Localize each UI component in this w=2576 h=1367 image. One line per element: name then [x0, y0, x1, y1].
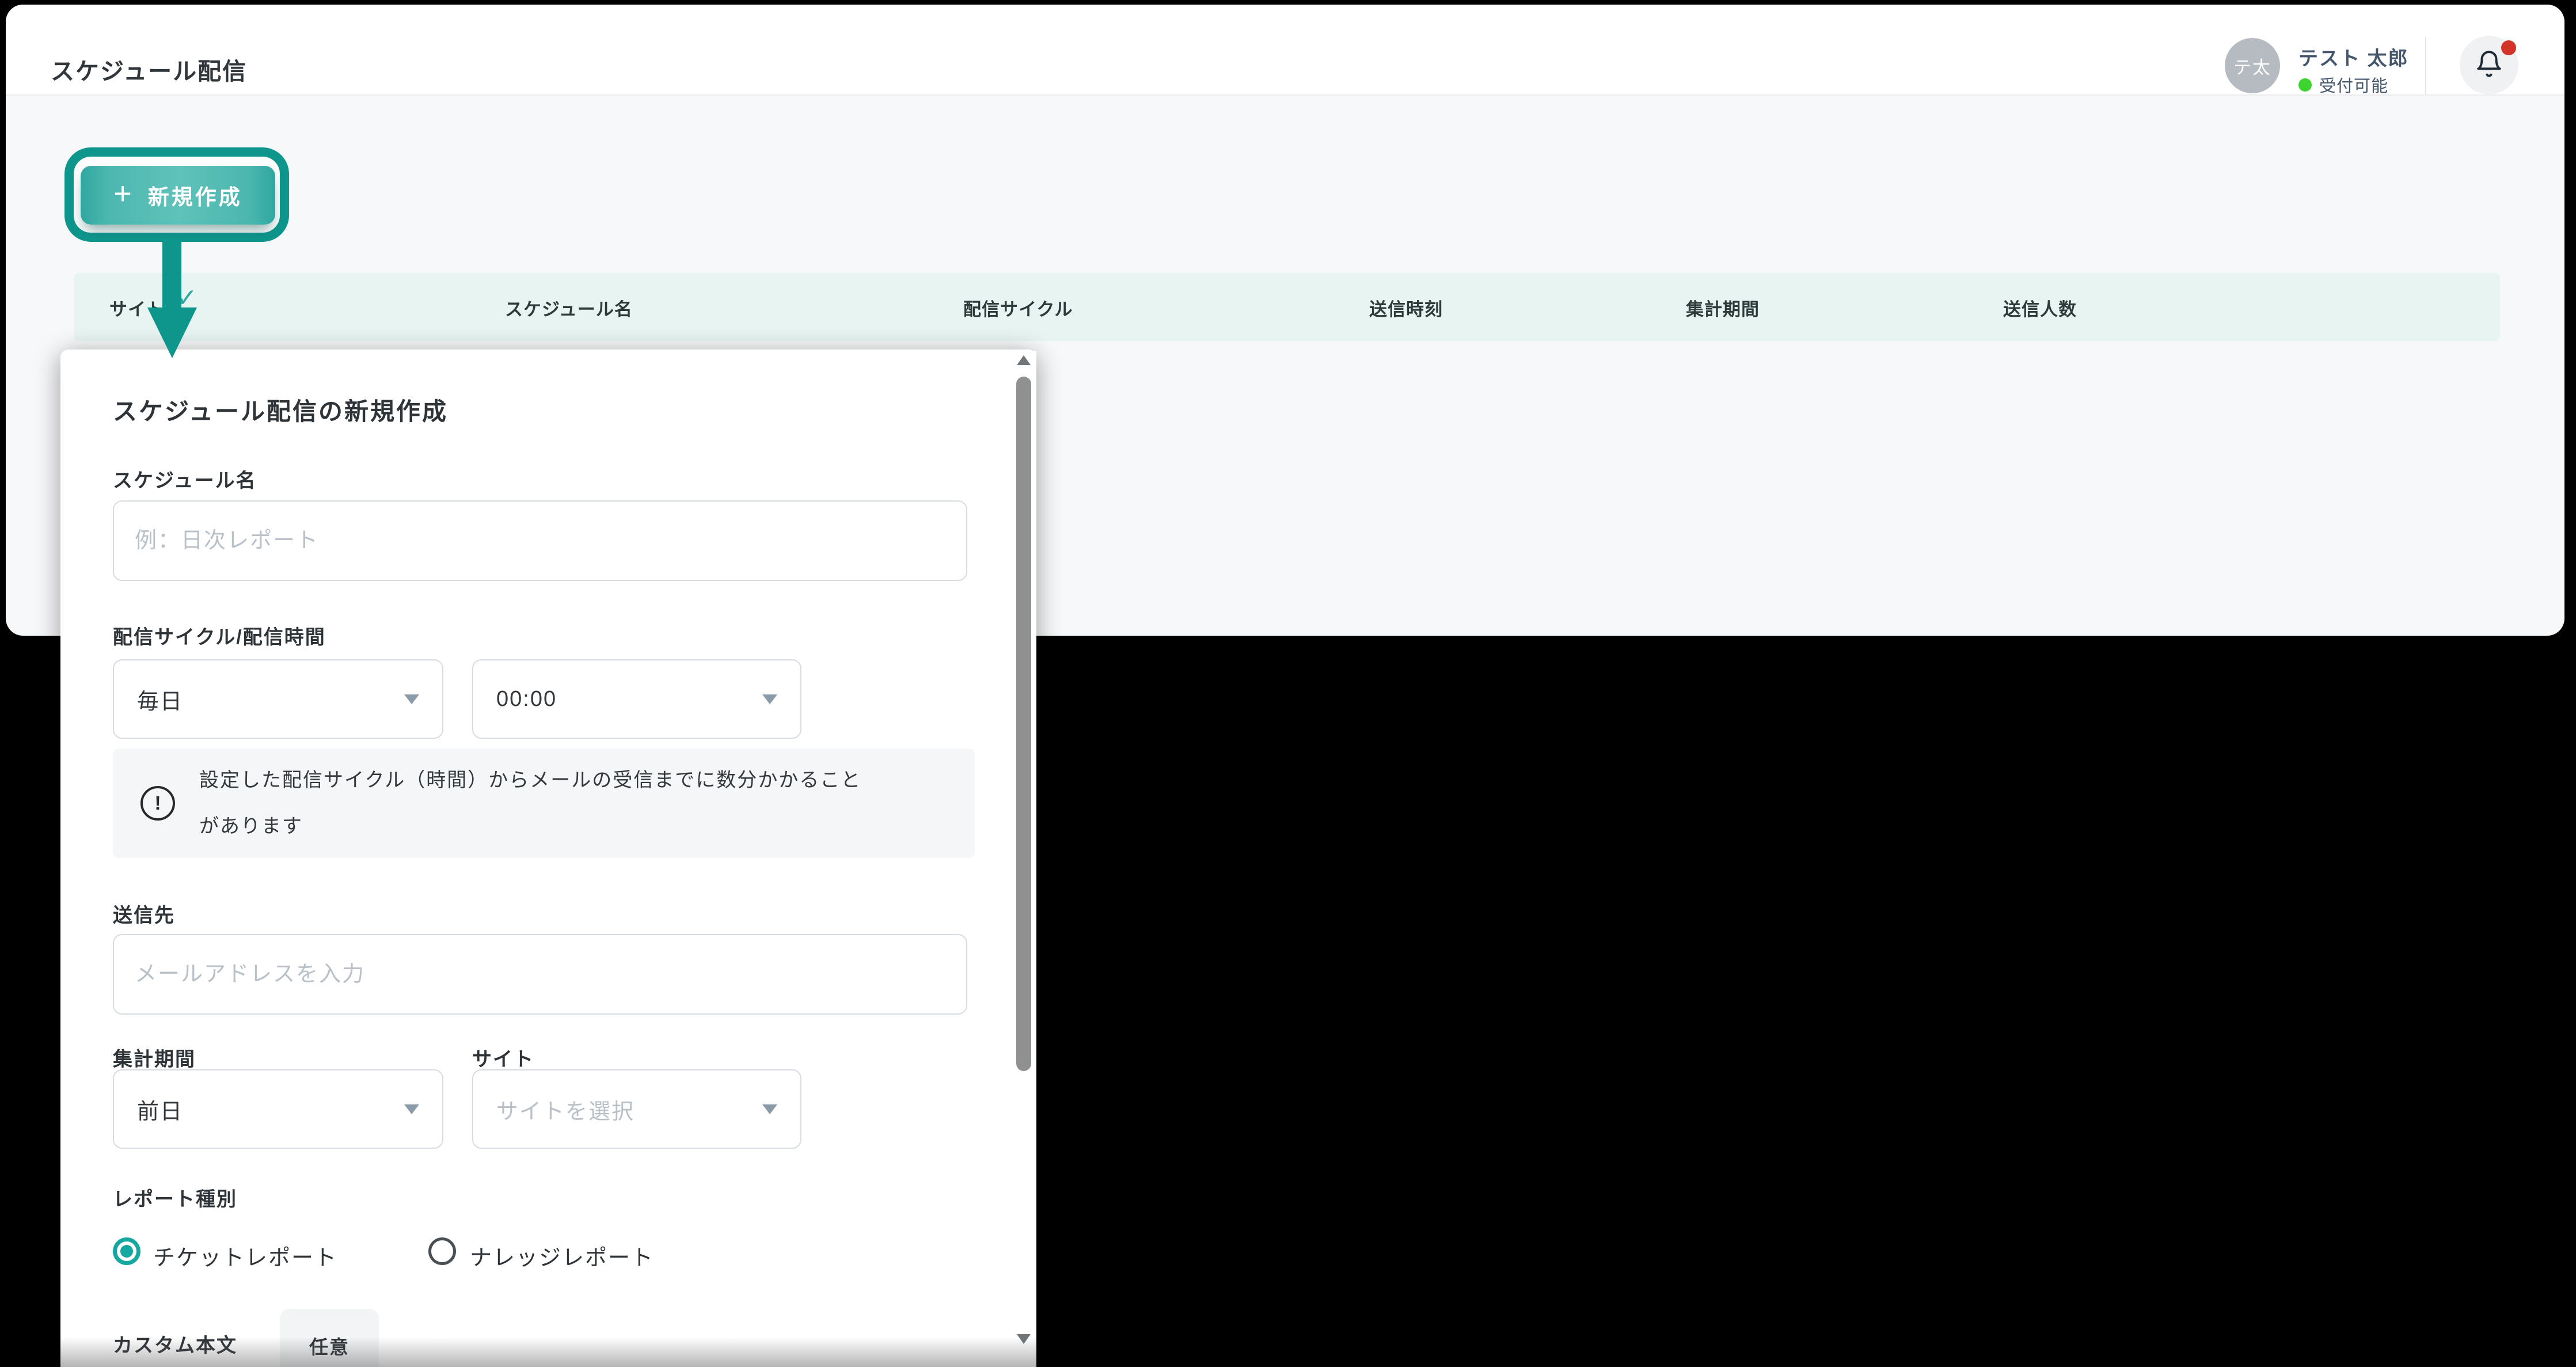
schedule-name-label: スケジュール名 — [113, 470, 257, 492]
time-select-value: 00:00 — [496, 686, 557, 711]
chevron-down-icon — [762, 1104, 777, 1114]
radio-ticket-report-label[interactable]: チケットレポート — [153, 1240, 337, 1271]
chevron-down-icon — [404, 694, 419, 704]
avatar-initials: テ太 — [2233, 57, 2271, 78]
scrollbar-thumb[interactable] — [1016, 377, 1031, 1071]
create-schedule-modal: スケジュール配信の新規作成 スケジュール名 配信サイクル/配信時間 毎日 00:… — [60, 350, 1036, 1367]
notification-badge-dot — [2501, 40, 2516, 55]
notice-text: 設定した配信サイクル（時間）からメールの受信までに数分かかること があります — [199, 769, 862, 837]
status-label: 受付可能 — [2319, 77, 2389, 96]
period-select-value: 前日 — [137, 1099, 184, 1124]
report-type-label: レポート種別 — [113, 1188, 237, 1210]
chevron-down-icon — [762, 694, 777, 704]
status-dot-icon — [2298, 78, 2312, 92]
table-header-schedule[interactable]: スケジュール名 — [505, 295, 633, 321]
table-header-period[interactable]: 集計期間 — [1686, 295, 1760, 321]
time-select[interactable]: 00:00 — [472, 659, 801, 739]
info-icon: ! — [140, 786, 175, 821]
radio-knowledge-report-label[interactable]: ナレッジレポート — [470, 1240, 654, 1271]
cycle-select-value: 毎日 — [137, 689, 184, 714]
user-status[interactable]: 受付可能 — [2298, 73, 2388, 97]
modal-title: スケジュール配信の新規作成 — [113, 398, 449, 425]
period-select[interactable]: 前日 — [113, 1069, 443, 1149]
cycle-time-label: 配信サイクル/配信時間 — [113, 626, 326, 648]
radio-ticket-report[interactable] — [113, 1237, 140, 1265]
screenshot-bottom-edge — [60, 1337, 1036, 1367]
schedule-name-input[interactable] — [113, 500, 967, 581]
avatar[interactable]: テ太 — [2225, 38, 2280, 93]
bell-icon — [2475, 48, 2503, 82]
cycle-select[interactable]: 毎日 — [113, 659, 443, 739]
chevron-down-icon — [404, 1104, 419, 1114]
screenshot-root: スケジュール配信 テ太 テスト 太郎 受付可能 サイト ✓ スケジュール名 配信… — [0, 0, 2576, 1367]
delivery-delay-notice: ! 設定した配信サイクル（時間）からメールの受信までに数分かかること があります — [113, 749, 975, 858]
site-select[interactable]: サイトを選択 — [472, 1069, 801, 1149]
recipient-label: 送信先 — [113, 905, 175, 926]
table-header-time[interactable]: 送信時刻 — [1369, 295, 1443, 321]
annotation-arrow-shaft — [162, 240, 181, 309]
page-title: スケジュール配信 — [51, 58, 248, 85]
user-name: テスト 太郎 — [2298, 48, 2409, 70]
radio-knowledge-report[interactable] — [428, 1237, 456, 1265]
create-new-label: 新規作成 — [147, 185, 242, 209]
create-new-button[interactable]: + 新規作成 — [81, 166, 275, 225]
table-header-row — [74, 273, 2500, 341]
header-divider — [2425, 37, 2426, 94]
recipient-input[interactable] — [113, 934, 967, 1015]
site-label: サイト — [472, 1049, 534, 1070]
top-bar — [6, 5, 2564, 96]
table-header-cycle[interactable]: 配信サイクル — [963, 295, 1073, 321]
annotation-arrow-down-icon — [147, 307, 197, 358]
period-label: 集計期間 — [113, 1049, 196, 1070]
site-select-placeholder: サイトを選択 — [496, 1099, 635, 1124]
scrollbar-up-icon[interactable] — [1017, 355, 1031, 365]
table-header-count[interactable]: 送信人数 — [2003, 295, 2077, 321]
plus-icon: + — [113, 176, 132, 211]
